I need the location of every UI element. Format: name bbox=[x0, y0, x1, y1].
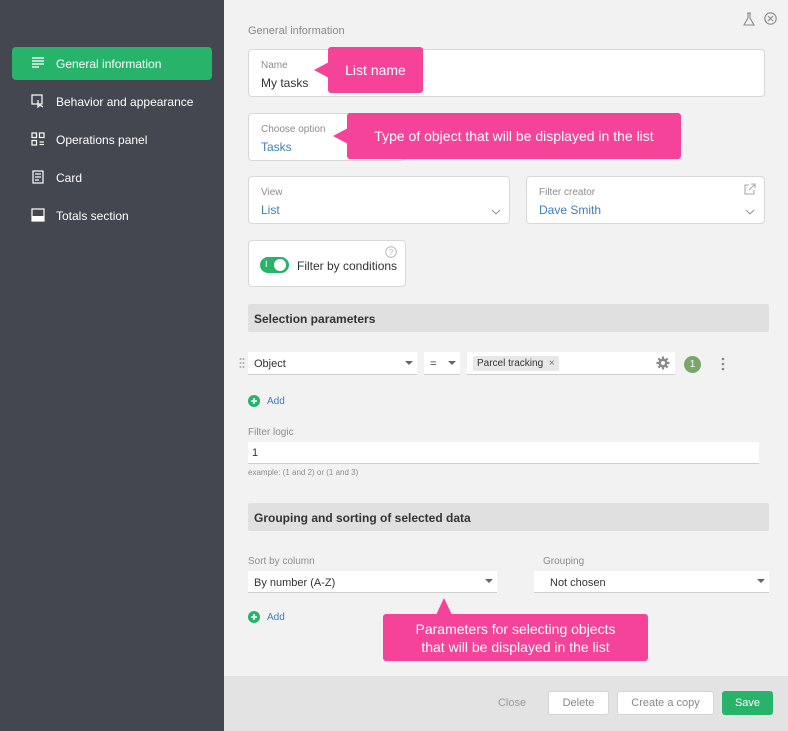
tooltip-arrow bbox=[436, 598, 452, 615]
filter-logic-hint: example: (1 and 2) or (1 and 3) bbox=[248, 468, 359, 477]
totals-icon bbox=[31, 208, 45, 222]
svg-text:?: ? bbox=[389, 248, 394, 257]
grouping-select[interactable]: Not chosen bbox=[534, 571, 769, 593]
caret-down-icon bbox=[757, 579, 765, 583]
close-icon[interactable] bbox=[764, 12, 777, 25]
add-condition-button[interactable]: Add bbox=[248, 394, 308, 410]
tooltip-arrow bbox=[314, 62, 329, 78]
tooltip-object-type: Type of object that will be displayed in… bbox=[347, 113, 681, 159]
filter-toggle-label: Filter by conditions bbox=[297, 259, 398, 273]
filter-toggle[interactable]: I bbox=[260, 257, 289, 273]
sidebar-item-label: Operations panel bbox=[56, 133, 148, 147]
tooltip-object-type-text: Type of object that will be displayed in… bbox=[374, 128, 654, 144]
drag-handle-icon[interactable] bbox=[239, 357, 245, 369]
toggle-knob bbox=[274, 259, 286, 271]
sidebar-item-label: Totals section bbox=[56, 209, 129, 223]
choose-option-value[interactable]: Tasks bbox=[261, 140, 292, 154]
filter-creator-select[interactable]: Filter creator Dave Smith bbox=[526, 176, 765, 224]
sort-by-column-value: By number (A-Z) bbox=[254, 577, 336, 589]
condition-field-value: Object bbox=[254, 358, 286, 370]
close-button[interactable]: Close bbox=[486, 691, 538, 715]
sidebar-item-label: Card bbox=[56, 171, 83, 185]
view-value: List bbox=[261, 203, 280, 217]
lines-icon bbox=[32, 57, 44, 68]
more-options-icon[interactable] bbox=[720, 357, 726, 371]
plus-circle-icon bbox=[248, 395, 260, 407]
grouping-sorting-header: Grouping and sorting of selected data bbox=[248, 503, 769, 531]
selection-parameters-title: Selection parameters bbox=[254, 312, 376, 326]
condition-number-badge: 1 bbox=[684, 356, 701, 373]
chevron-down-icon bbox=[745, 209, 755, 215]
view-select[interactable]: View List bbox=[248, 176, 510, 224]
caret-down-icon bbox=[405, 361, 413, 365]
sort-by-column-select[interactable]: By number (A-Z) bbox=[248, 571, 497, 593]
tooltip-list-name-text: List name bbox=[345, 62, 406, 78]
toggle-on-mark: I bbox=[265, 259, 268, 269]
condition-operator-value: = bbox=[430, 358, 437, 370]
tooltip-list-name: List name bbox=[328, 47, 423, 93]
caret-down-icon bbox=[448, 361, 456, 365]
caret-down-icon bbox=[485, 579, 493, 583]
chevron-down-icon bbox=[491, 209, 501, 215]
tooltip-parameters: Parameters for selecting objects that wi… bbox=[383, 614, 648, 661]
choose-option-label: Choose option bbox=[261, 124, 326, 135]
sidebar-item-label: Behavior and appearance bbox=[56, 95, 194, 109]
value-tag-label: Parcel tracking bbox=[477, 358, 544, 369]
filter-logic-input[interactable]: 1 bbox=[248, 442, 759, 464]
tooltip-parameters-line1: Parameters for selecting objects bbox=[415, 620, 616, 637]
sidebar-item-operations-panel[interactable]: Operations panel bbox=[12, 123, 212, 156]
grouping-label: Grouping bbox=[543, 556, 585, 567]
sidebar-item-general-information[interactable]: General information bbox=[12, 47, 212, 80]
sidebar-item-behavior-appearance[interactable]: Behavior and appearance bbox=[12, 85, 212, 118]
add-sorting-label: Add bbox=[267, 612, 285, 623]
sidebar-item-card[interactable]: Card bbox=[12, 161, 212, 194]
gear-icon[interactable] bbox=[656, 356, 670, 370]
condition-operator-select[interactable]: = bbox=[424, 352, 460, 375]
create-copy-button[interactable]: Create a copy bbox=[617, 691, 714, 715]
sidebar-item-totals-section[interactable]: Totals section bbox=[12, 199, 212, 232]
grouping-value: Not chosen bbox=[550, 577, 606, 589]
add-sorting-button[interactable]: Add bbox=[248, 610, 308, 626]
help-icon[interactable]: ? bbox=[385, 246, 397, 258]
tooltip-arrow bbox=[333, 128, 348, 144]
delete-button[interactable]: Delete bbox=[548, 691, 609, 715]
plus-circle-icon bbox=[248, 611, 260, 623]
view-label: View bbox=[261, 187, 283, 198]
tag-remove-icon[interactable]: × bbox=[549, 358, 555, 369]
sidebar: General information Behavior and appeara… bbox=[0, 0, 224, 731]
card-icon bbox=[32, 170, 44, 184]
condition-value-input[interactable]: Parcel tracking × bbox=[467, 352, 675, 375]
filter-creator-label: Filter creator bbox=[539, 187, 596, 198]
filter-logic-label: Filter logic bbox=[248, 427, 294, 438]
selection-parameters-header: Selection parameters bbox=[248, 304, 769, 332]
grid-icon bbox=[31, 132, 45, 146]
name-value: My tasks bbox=[261, 76, 309, 90]
condition-field-select[interactable]: Object bbox=[248, 352, 417, 375]
sidebar-item-label: General information bbox=[56, 57, 162, 71]
tooltip-parameters-line2: that will be displayed in the list bbox=[421, 638, 610, 655]
filter-logic-value: 1 bbox=[252, 447, 259, 459]
grouping-sorting-title: Grouping and sorting of selected data bbox=[254, 511, 471, 525]
filter-creator-value: Dave Smith bbox=[539, 203, 602, 217]
filter-by-conditions-box: I Filter by conditions ? bbox=[248, 240, 406, 287]
save-button[interactable]: Save bbox=[722, 691, 773, 715]
flask-icon[interactable] bbox=[743, 12, 755, 26]
page-title: General information bbox=[248, 25, 345, 37]
value-tag: Parcel tracking × bbox=[473, 356, 559, 371]
sort-by-column-label: Sort by column bbox=[248, 556, 315, 567]
add-condition-label: Add bbox=[267, 396, 285, 407]
name-label: Name bbox=[261, 60, 288, 71]
external-link-icon[interactable] bbox=[744, 183, 756, 195]
pointer-icon bbox=[31, 94, 44, 108]
